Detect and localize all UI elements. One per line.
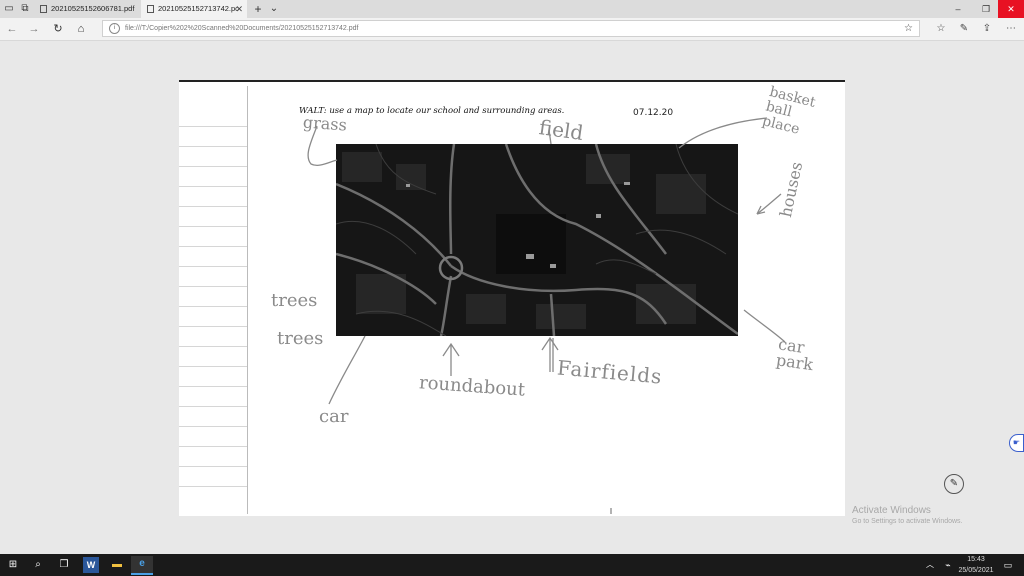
home-icon[interactable]: ⌂ [73, 21, 89, 37]
close-icon[interactable]: ✕ [998, 0, 1024, 18]
forward-icon[interactable]: → [26, 21, 42, 37]
restore-icon[interactable]: ❐ [972, 0, 1000, 18]
tab-2-label: 20210525152713742.pc [158, 4, 239, 13]
tab-1[interactable]: 20210525152606781.pdf [34, 0, 140, 18]
share-icon[interactable]: ⇪ [979, 21, 995, 37]
clock-time: 15:43 [967, 556, 985, 563]
tab-bar: ▭ ⧉ 20210525152606781.pdf 20210525152713… [0, 0, 1024, 18]
back-icon[interactable]: ← [4, 21, 20, 37]
notification-icon[interactable]: ▭ [1000, 557, 1016, 573]
pdf-page: WALT: use a map to locate our school and… [179, 80, 845, 516]
handwriting-trees-2: trees [277, 328, 324, 349]
task-view-icon[interactable]: ❐ [56, 557, 72, 573]
chevron-up-icon[interactable]: ︿ [922, 557, 938, 573]
windows-start-icon[interactable]: ⊞ [5, 557, 21, 573]
tabs-preview-icon[interactable]: ⧉ [19, 3, 31, 15]
word-icon[interactable]: W [83, 557, 99, 573]
navigation-bar: ← → ↻ ⌂ i file:///T:/Copier%202%20Scanne… [0, 18, 1024, 41]
tab-1-label: 20210525152606781.pdf [51, 4, 135, 13]
search-icon[interactable]: ⌕ [30, 557, 46, 573]
edge-icon[interactable]: e [131, 556, 153, 575]
network-icon[interactable]: ⌁ [940, 557, 956, 573]
taskbar: ⊞ ⌕ ❐ W ▬ e ︿ ⌁ 15:43 25/05/2021 ▭ [0, 554, 1024, 576]
activate-title: Activate Windows [852, 505, 931, 516]
handwriting-trees-1: trees [271, 290, 318, 311]
minimize-icon[interactable]: – [944, 0, 972, 18]
pen-icon[interactable]: ✎ [944, 474, 964, 494]
activate-windows-watermark: Activate Windows Go to Settings to activ… [852, 505, 963, 525]
handwriting-car: car [319, 406, 349, 427]
tab-2[interactable]: 20210525152713742.pc ✕ [141, 0, 247, 18]
pdf-icon [40, 5, 47, 13]
info-icon[interactable]: i [109, 23, 120, 34]
address-bar[interactable]: i file:///T:/Copier%202%20Scanned%20Docu… [102, 20, 920, 37]
new-tab-button[interactable]: + [252, 3, 264, 15]
clock[interactable]: 15:43 25/05/2021 [958, 554, 994, 576]
more-icon[interactable]: ⋯ [1003, 21, 1019, 37]
pen-icon[interactable]: ✎ [956, 21, 972, 37]
handwriting-grass: grass [302, 112, 348, 135]
refresh-icon[interactable]: ↻ [50, 21, 66, 37]
clock-date: 25/05/2021 [958, 567, 994, 574]
address-url: file:///T:/Copier%202%20Scanned%20Docume… [125, 25, 359, 32]
tab-aside-icon[interactable]: ▭ [3, 3, 15, 15]
activate-subtitle: Go to Settings to activate Windows. [852, 518, 963, 525]
handwriting-car-park: car park [774, 334, 815, 375]
favorite-star-icon[interactable]: ☆ [904, 21, 913, 36]
close-tab-icon[interactable]: ✕ [235, 0, 243, 18]
file-explorer-icon[interactable]: ▬ [109, 557, 125, 573]
hand-pointer-icon[interactable]: ☛ [1009, 434, 1024, 452]
favorites-hub-icon[interactable]: ☆ [933, 21, 949, 37]
pdf-icon [147, 5, 154, 13]
tab-list-button[interactable]: ⌄ [268, 3, 280, 15]
